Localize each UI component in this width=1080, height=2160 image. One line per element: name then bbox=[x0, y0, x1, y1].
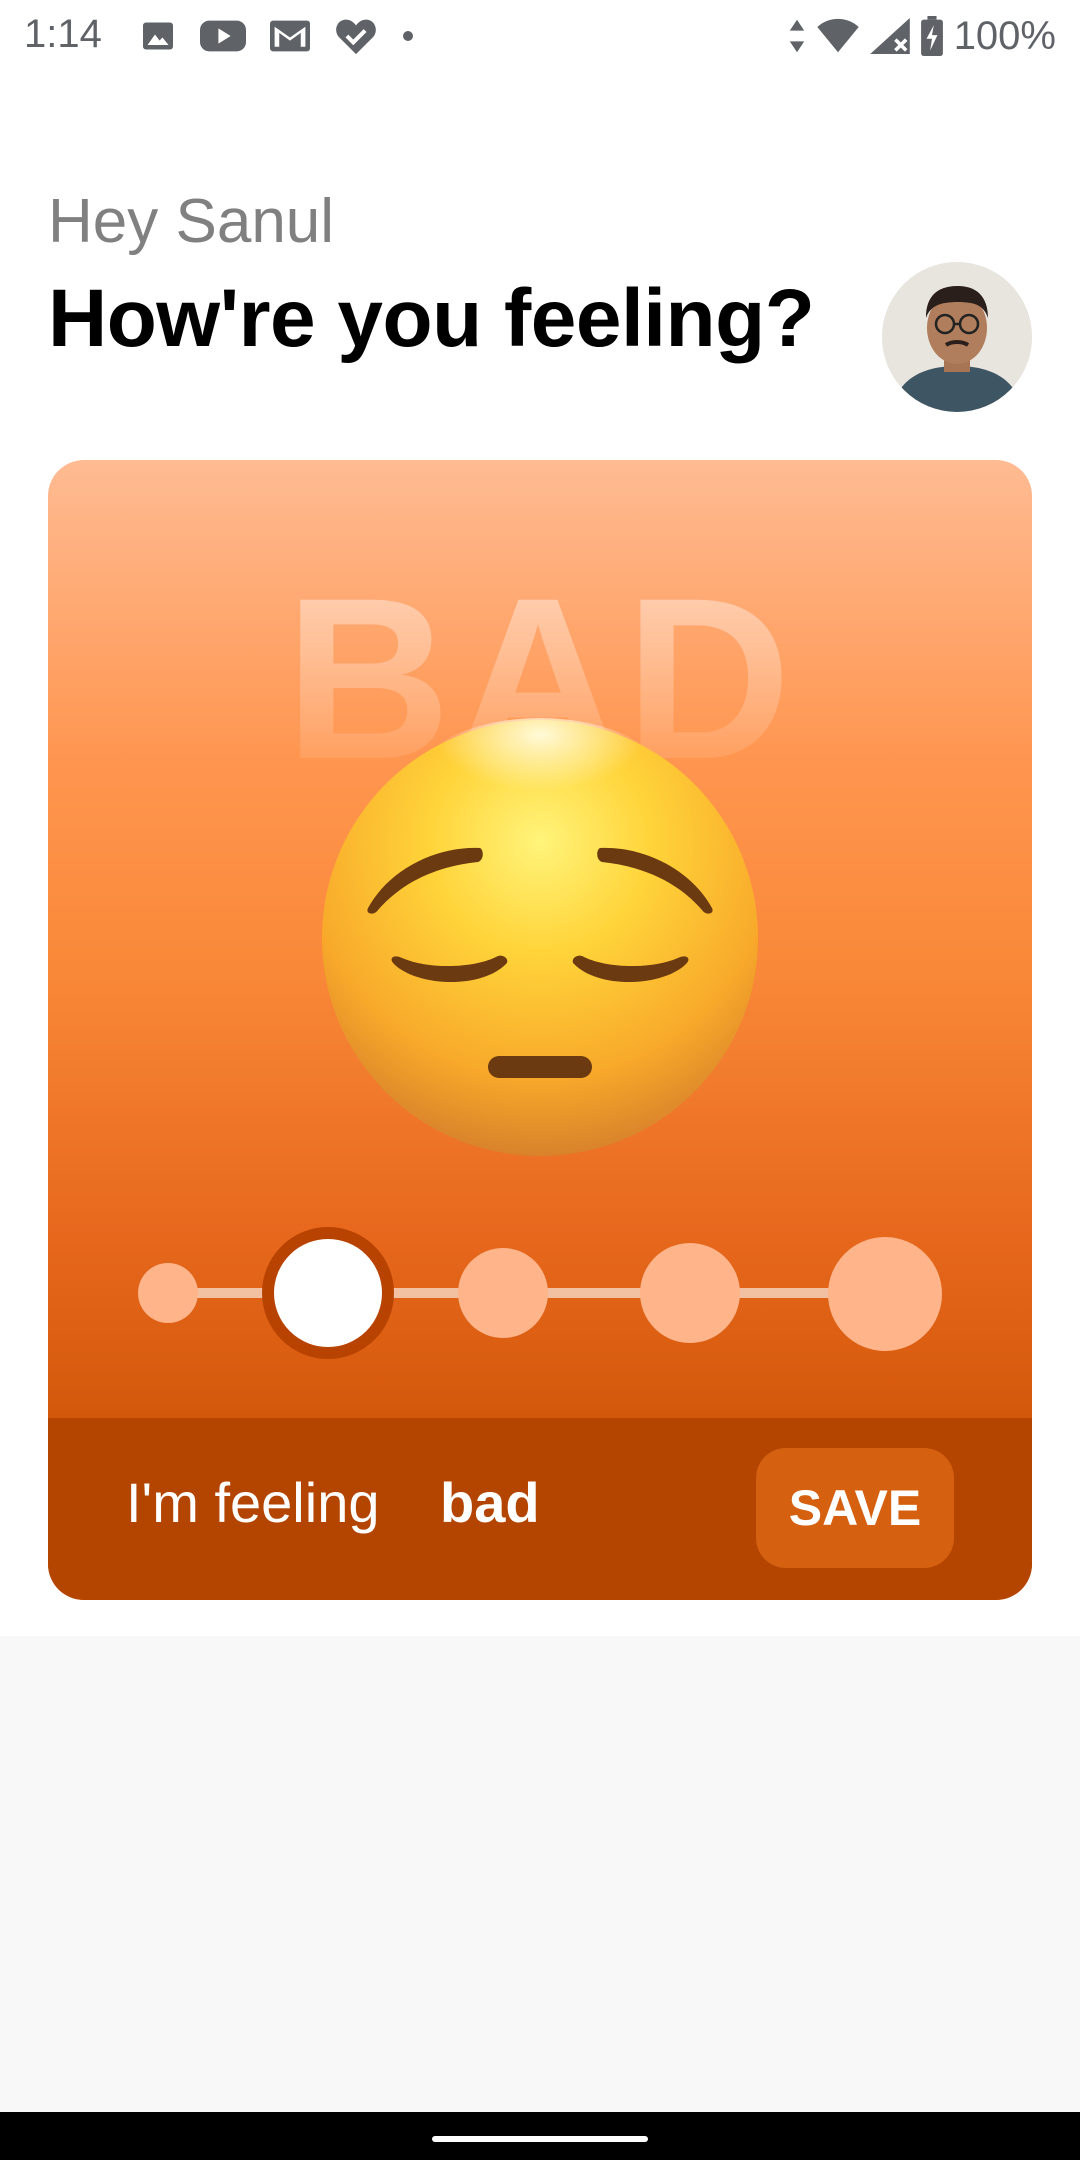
battery-charging-icon bbox=[920, 16, 943, 56]
mood-footer: I'm feeling bad SAVE bbox=[48, 1418, 1032, 1600]
status-time: 1:14 bbox=[24, 12, 102, 56]
mood-level-1[interactable] bbox=[138, 1263, 198, 1323]
mood-level-2[interactable] bbox=[262, 1227, 394, 1359]
home-indicator[interactable] bbox=[432, 2136, 648, 2142]
youtube-icon bbox=[200, 20, 246, 52]
content-background bbox=[0, 1636, 1080, 2112]
heart-check-icon bbox=[336, 19, 376, 55]
pensive-face-icon bbox=[320, 718, 760, 1158]
mood-card: BAD I'm feeling bad SAVE bbox=[48, 460, 1032, 1600]
signal-icon bbox=[869, 18, 910, 54]
gmail-icon bbox=[270, 20, 310, 52]
greeting-text: Hey Sanul bbox=[48, 187, 335, 256]
system-icons: 100% bbox=[788, 12, 1056, 60]
battery-percentage: 100% bbox=[953, 13, 1056, 58]
dot-icon bbox=[403, 31, 413, 41]
data-arrows-icon bbox=[789, 19, 804, 53]
avatar[interactable] bbox=[882, 262, 1032, 412]
feeling-prefix: I'm feeling bbox=[126, 1471, 380, 1534]
mood-level-5[interactable] bbox=[828, 1237, 942, 1351]
page-title: How're you feeling? bbox=[48, 273, 815, 364]
profile-photo bbox=[882, 262, 1032, 412]
status-bar: 1:14 100% bbox=[0, 0, 1080, 72]
mood-level-3[interactable] bbox=[458, 1248, 548, 1338]
wifi-icon bbox=[816, 18, 859, 53]
mood-level-4[interactable] bbox=[640, 1243, 740, 1343]
image-icon bbox=[143, 22, 173, 50]
save-button[interactable]: SAVE bbox=[756, 1448, 954, 1568]
feeling-value: bad bbox=[440, 1471, 540, 1534]
notification-icons bbox=[140, 14, 414, 58]
